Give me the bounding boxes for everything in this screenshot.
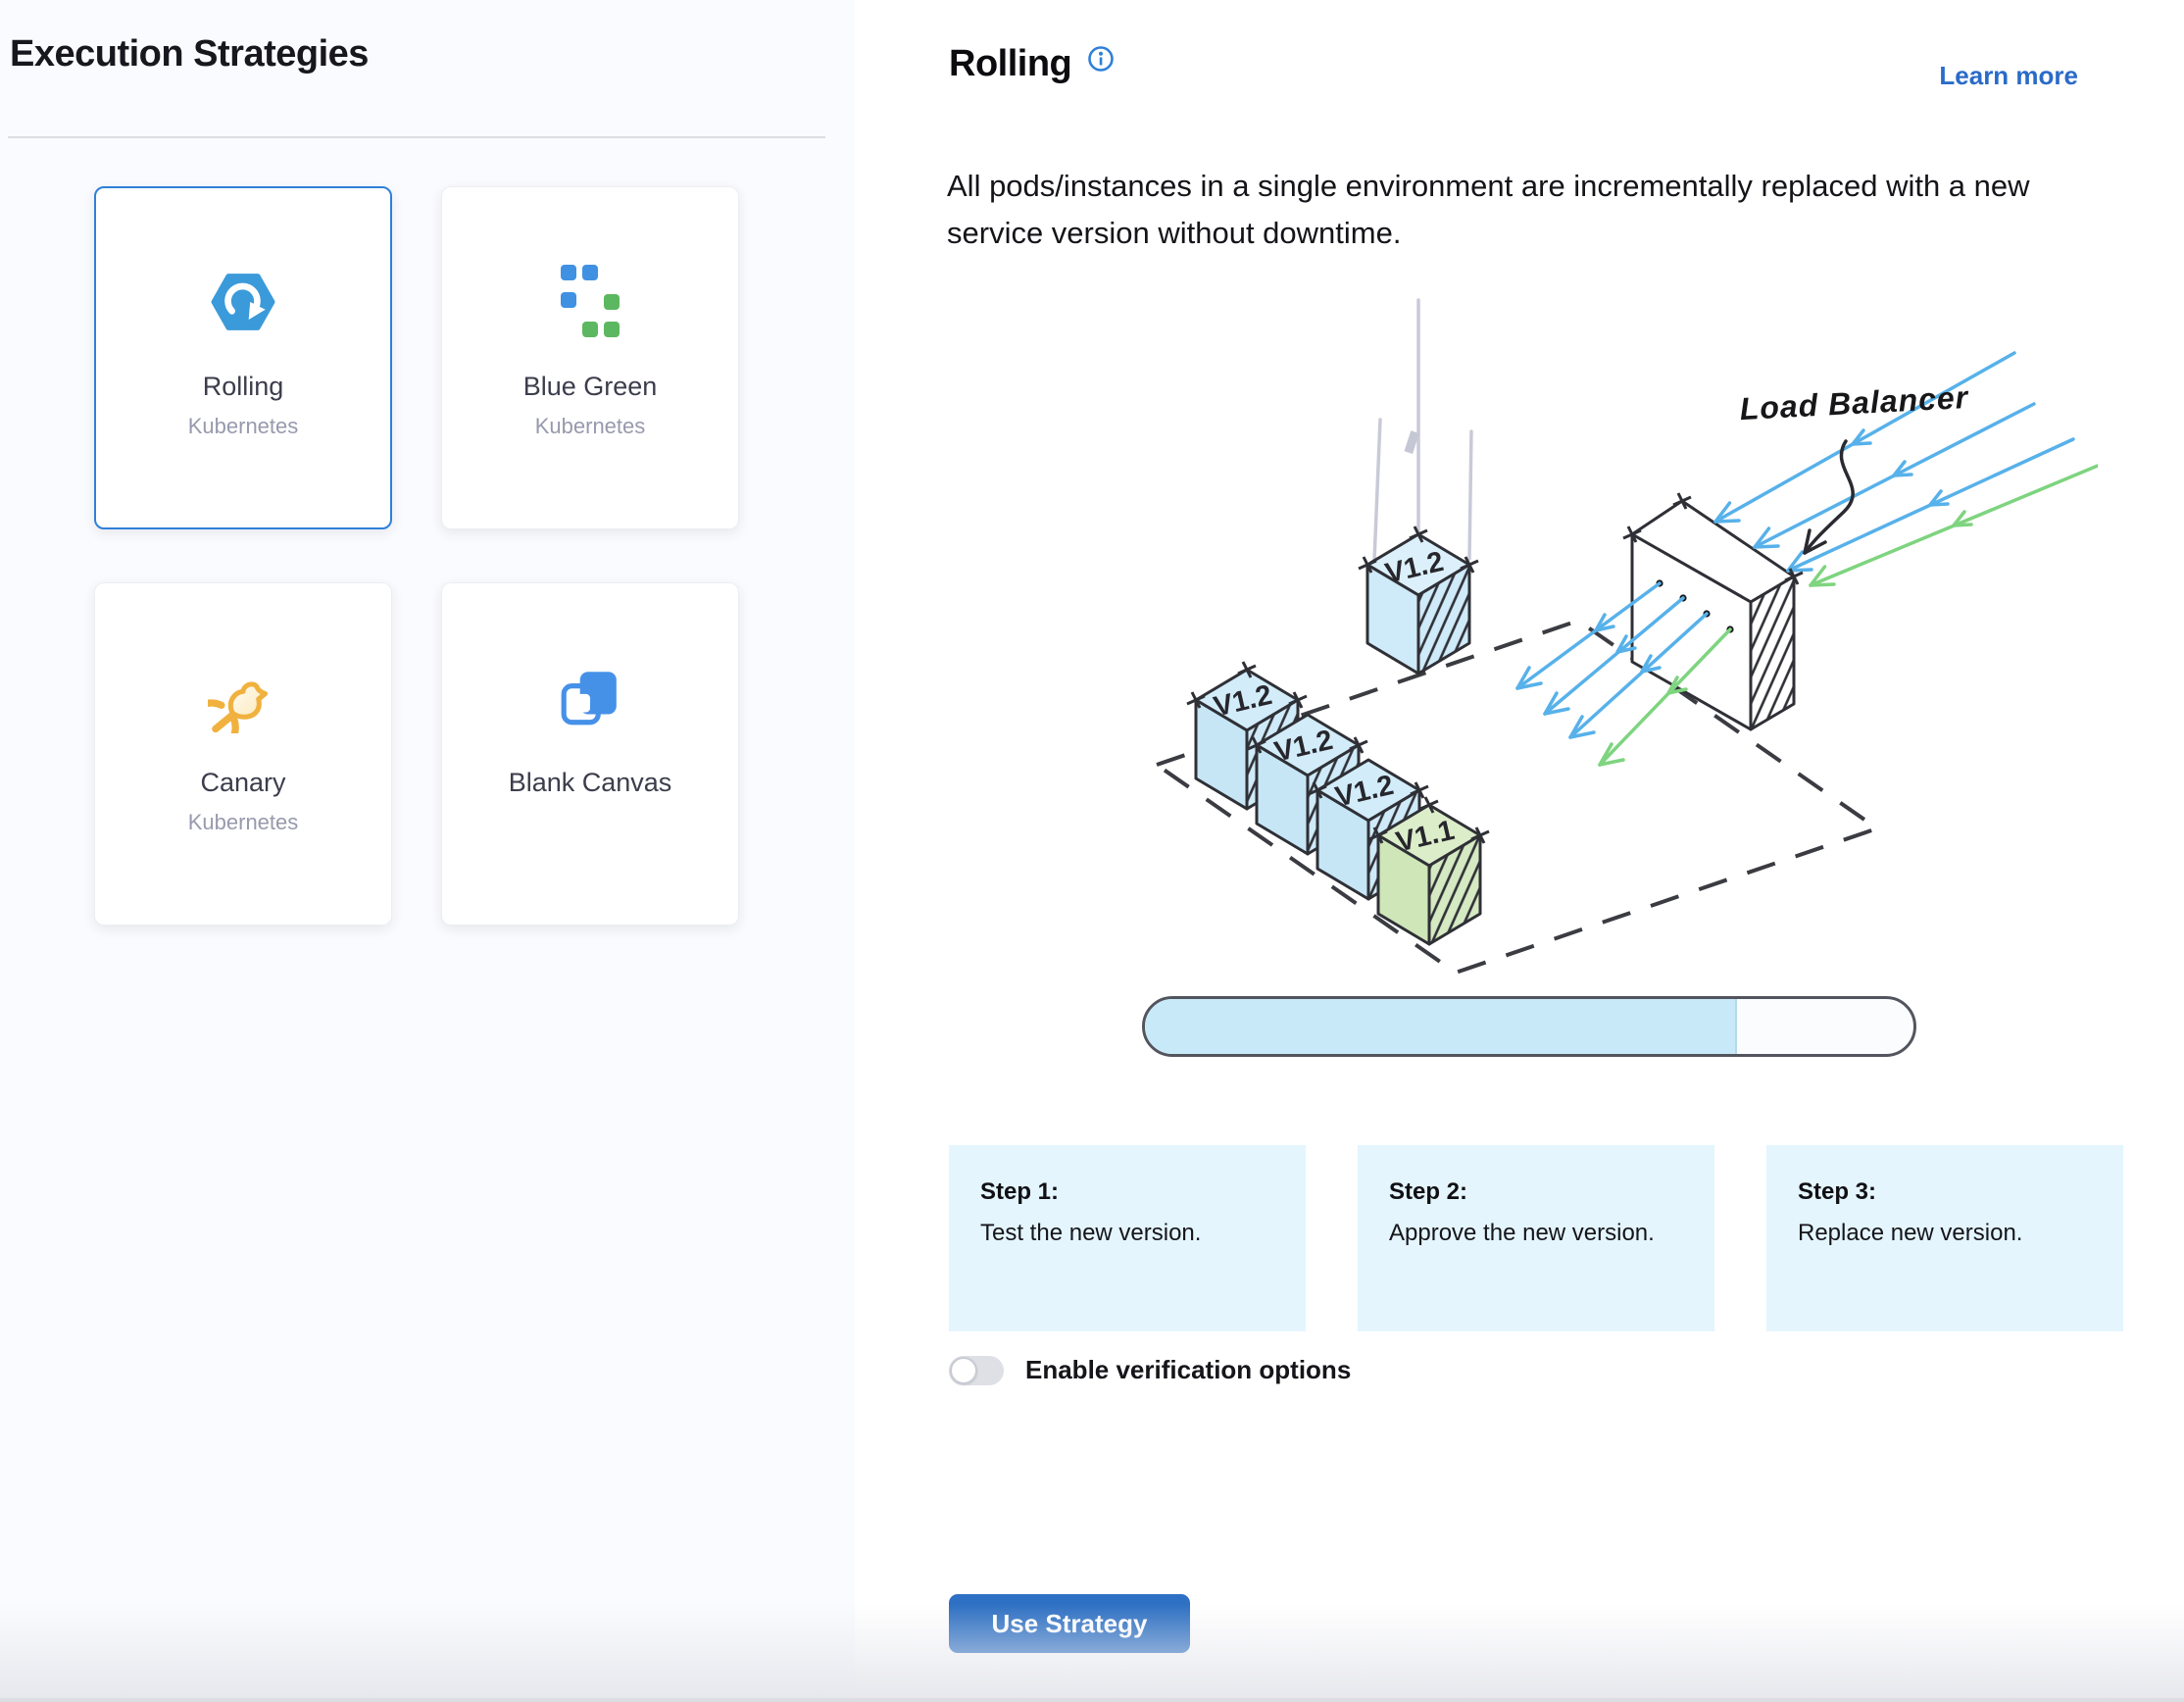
step-card-2: Step 2: Approve the new version. bbox=[1358, 1145, 1714, 1331]
step-title: Step 1: bbox=[980, 1178, 1274, 1206]
toggle-knob bbox=[950, 1357, 977, 1384]
canary-icon bbox=[208, 660, 278, 736]
execution-strategies-panel: Execution Strategies Rolling Kubernetes bbox=[0, 0, 855, 1702]
strategy-name: Canary bbox=[200, 768, 285, 798]
step-card-1: Step 1: Test the new version. bbox=[949, 1145, 1306, 1331]
divider bbox=[8, 136, 825, 138]
bottom-edge bbox=[0, 1698, 2184, 1702]
step-text: Test the new version. bbox=[980, 1220, 1274, 1247]
verification-toggle[interactable] bbox=[949, 1356, 1004, 1385]
strategy-subtitle: Kubernetes bbox=[188, 414, 299, 439]
strategy-detail-panel: Rolling Learn more All pods/instances in… bbox=[855, 0, 2184, 1702]
page-title: Execution Strategies bbox=[10, 33, 369, 75]
step-text: Approve the new version. bbox=[1389, 1220, 1683, 1247]
load-balancer-box bbox=[1632, 501, 1794, 729]
use-strategy-button[interactable]: Use Strategy bbox=[949, 1594, 1190, 1653]
load-balancer-label: Load Balancer bbox=[1739, 379, 1970, 426]
strategy-name: Blank Canvas bbox=[509, 768, 672, 798]
step-text: Replace new version. bbox=[1798, 1220, 2092, 1247]
strategy-card-rolling[interactable]: Rolling Kubernetes bbox=[94, 186, 392, 529]
info-icon[interactable] bbox=[1087, 45, 1115, 77]
blank-canvas-icon bbox=[558, 660, 622, 736]
step-title: Step 3: bbox=[1798, 1178, 2092, 1206]
strategy-subtitle: Kubernetes bbox=[535, 414, 646, 439]
strategy-description: All pods/instances in a single environme… bbox=[947, 163, 2133, 257]
strategy-name: Blue Green bbox=[523, 372, 658, 402]
strategy-name: Rolling bbox=[203, 372, 284, 402]
learn-more-link[interactable]: Learn more bbox=[1939, 61, 2078, 91]
rolling-strategy-illustration: V1.2 V1.2 V1.2 V1.2 V1.1 Load Balancer bbox=[1127, 294, 2098, 1000]
verification-toggle-label: Enable verification options bbox=[1025, 1355, 1351, 1385]
rollout-progress-bar bbox=[1142, 996, 1916, 1057]
strategy-card-grid: Rolling Kubernetes Blue Green Kubernetes bbox=[94, 186, 739, 926]
progress-fill bbox=[1145, 999, 1737, 1054]
strategy-card-canary[interactable]: Canary Kubernetes bbox=[94, 582, 392, 926]
crane-cables bbox=[1374, 300, 1471, 561]
strategy-card-blank-canvas[interactable]: Blank Canvas bbox=[441, 582, 739, 926]
strategy-steps: Step 1: Test the new version. Step 2: Ap… bbox=[949, 1145, 2123, 1331]
strategy-subtitle: Kubernetes bbox=[188, 810, 299, 835]
strategy-card-blue-green[interactable]: Blue Green Kubernetes bbox=[441, 186, 739, 529]
step-title: Step 2: bbox=[1389, 1178, 1683, 1206]
step-card-3: Step 3: Replace new version. bbox=[1766, 1145, 2123, 1331]
strategy-title: Rolling bbox=[949, 43, 1071, 85]
blue-green-icon bbox=[560, 264, 620, 340]
rolling-icon bbox=[209, 264, 277, 340]
